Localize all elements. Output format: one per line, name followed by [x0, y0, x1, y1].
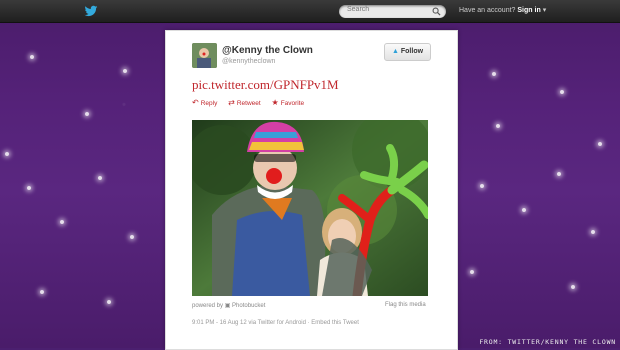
sparkle: [40, 290, 44, 294]
chevron-down-icon[interactable]: ▾: [543, 7, 547, 14]
retweet-icon: ⇄: [228, 98, 235, 107]
powered-by: powered by ▣ Photobucket: [192, 302, 265, 309]
retweet-action[interactable]: ⇄ Retweet: [228, 98, 261, 107]
flag-media-link[interactable]: Flag this media: [385, 302, 426, 308]
photo-credit: FROM: TWITTER/KENNY THE CLOWN: [479, 338, 616, 346]
sparkle: [85, 112, 89, 116]
star-icon: ★: [271, 98, 279, 107]
photo-service-link[interactable]: Photobucket: [232, 303, 265, 309]
avatar-image: [192, 43, 217, 68]
search-input[interactable]: Search: [339, 5, 446, 18]
sparkle: [480, 184, 484, 188]
reply-icon: ↶: [192, 98, 199, 107]
follow-button[interactable]: ▲ Follow: [384, 43, 431, 61]
reply-label: Reply: [200, 100, 218, 107]
tweet-actions: ↶ Reply ⇄ Retweet ★ Favorite: [192, 98, 313, 107]
sparkle: [98, 176, 102, 180]
search-placeholder: Search: [347, 6, 370, 13]
sparkle: [598, 142, 602, 146]
twitter-bird-icon: ▲: [391, 48, 399, 55]
sparkle: [27, 186, 31, 190]
user-handle[interactable]: @kennytheclown: [222, 58, 275, 65]
tweet-meta[interactable]: 9:01 PM - 16 Aug 12 via Twitter for Andr…: [192, 320, 359, 326]
sparkle: [557, 172, 561, 176]
avatar[interactable]: [192, 43, 217, 68]
twitter-bird-icon[interactable]: [84, 4, 98, 18]
top-navigation-bar: Search Have an account? Sign in ▾: [0, 0, 620, 23]
account-prompt: Have an account? Sign in ▾: [459, 6, 546, 14]
sparkle: [560, 90, 564, 94]
sparkle: [30, 55, 34, 59]
retweet-label: Retweet: [236, 100, 261, 107]
sparkle: [107, 300, 111, 304]
tweet-photo[interactable]: [192, 120, 428, 296]
photo-clown-with-girl: [192, 120, 428, 296]
sparkle: [130, 235, 134, 239]
sparkle: [496, 124, 500, 128]
powered-by-label: powered by: [192, 303, 224, 309]
sparkle: [60, 220, 64, 224]
sparkle: [522, 208, 526, 212]
follow-label: Follow: [400, 48, 424, 55]
signin-link[interactable]: Sign in: [517, 7, 540, 14]
favorite-label: Favorite: [280, 100, 305, 107]
display-name[interactable]: @Kenny the Clown: [222, 45, 313, 56]
favorite-action[interactable]: ★ Favorite: [271, 98, 305, 107]
sparkle: [470, 270, 474, 274]
search-icon[interactable]: [432, 7, 441, 16]
sparkle: [123, 69, 127, 73]
sparkle: [571, 285, 575, 289]
camera-icon: ▣: [224, 303, 231, 309]
account-prompt-text: Have an account?: [459, 7, 516, 14]
sparkle: [591, 230, 595, 234]
sparkle: [492, 72, 496, 76]
sparkle: [5, 152, 9, 156]
tweet-media-link[interactable]: pic.twitter.com/GPNFPv1M: [192, 77, 339, 93]
reply-action[interactable]: ↶ Reply: [192, 98, 218, 107]
